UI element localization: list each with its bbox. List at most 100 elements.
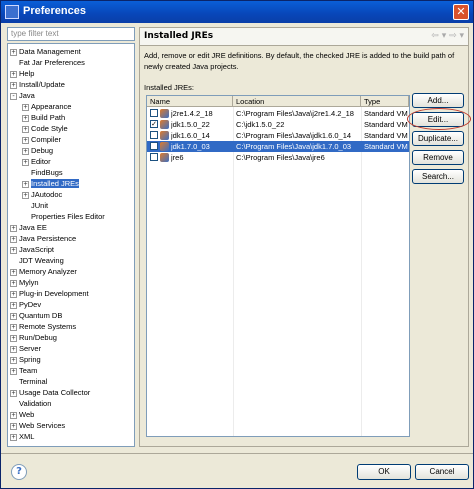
jre-row[interactable]: ✓ jdk1.5.0_22 C:\jdk1.5.0_22 Standard VM [147,119,409,130]
expand-icon[interactable]: + [10,422,17,430]
expand-icon[interactable]: + [22,180,29,188]
add-button[interactable]: Add... [412,93,464,108]
tree-item[interactable]: + Debug [22,145,53,156]
tree-item[interactable]: + Spring [10,354,41,365]
expand-icon[interactable]: + [10,411,17,419]
expand-icon[interactable]: + [22,136,29,144]
expand-icon[interactable]: + [10,48,17,56]
duplicate-button[interactable]: Duplicate... [412,131,464,146]
expand-icon[interactable]: + [10,367,17,375]
tree-item[interactable]: + Compiler [22,134,61,145]
column-header-location[interactable]: Location [233,96,361,107]
preferences-tree-pane: type filter text + Data Management Fat Jar… [7,27,135,447]
tree-item-label: JDT Weaving [19,256,64,265]
tree-item[interactable]: + Remote Systems [10,321,76,332]
filter-input[interactable]: type filter text [7,27,135,41]
expand-icon[interactable]: + [10,235,17,243]
expand-icon[interactable]: + [10,70,17,78]
tree-item[interactable]: + Appearance [22,101,71,112]
expand-icon[interactable]: + [10,246,17,254]
tree-item[interactable]: + Code Style [22,123,68,134]
help-icon[interactable]: ? [11,464,27,480]
tree-item[interactable]: Fat Jar Preferences [10,57,85,68]
tree-item[interactable]: Terminal [10,376,47,387]
tree-item-label: Installed JREs [31,179,79,188]
expand-icon[interactable]: + [10,389,17,397]
tree-item[interactable]: + Java Persistence [10,233,76,244]
history-nav-icon[interactable]: ⇦ ▾ ⇨ ▾ [431,31,464,41]
remove-button[interactable]: Remove [412,150,464,165]
expand-icon[interactable]: + [10,433,17,441]
expand-icon[interactable]: + [22,158,29,166]
tree-item[interactable]: + Web [10,409,34,420]
tree-item[interactable]: + PyDev [10,299,41,310]
tree-item[interactable]: + Memory Analyzer [10,266,77,277]
tree-item[interactable]: + Mylyn [10,277,39,288]
expand-icon[interactable]: + [10,301,17,309]
expand-icon[interactable]: + [22,191,29,199]
checkbox[interactable] [150,131,158,139]
cancel-button[interactable]: Cancel [415,464,469,480]
jre-type: Standard VM [364,120,408,129]
expand-icon[interactable]: + [10,81,17,89]
tree-item-label: Help [19,69,35,78]
tree-item[interactable]: + Editor [22,156,51,167]
tree-item-label: JAutodoc [31,190,63,199]
close-icon[interactable]: ✕ [453,4,469,20]
tree-item[interactable]: - Java [10,90,35,101]
jre-row[interactable]: jre6 C:\Program Files\Java\jre6 [147,152,409,163]
search-button[interactable]: Search... [412,169,464,184]
tree-item[interactable]: + Java EE [10,222,47,233]
expand-icon[interactable]: + [10,279,17,287]
tree-item[interactable]: FindBugs [22,167,63,178]
column-header-type[interactable]: Type [361,96,409,107]
expand-icon[interactable]: + [10,323,17,331]
installed-jres-label: Installed JREs: [144,83,195,92]
tree-item[interactable]: + Help [10,68,34,79]
tree-item[interactable]: Properties Files Editor [22,211,105,222]
column-header-name[interactable]: Name [147,96,233,107]
collapse-icon[interactable]: - [10,92,17,100]
expand-icon[interactable]: + [22,147,29,155]
jre-row[interactable]: jdk1.7.0_03 C:\Program Files\Java\jdk1.7.… [147,141,409,152]
tree-item[interactable]: + Web Services [10,420,65,431]
tree-item[interactable]: Validation [10,398,51,409]
expand-icon[interactable]: + [22,125,29,133]
tree-item[interactable]: + Run/Debug [10,332,57,343]
checkbox-checked[interactable]: ✓ [150,120,158,128]
tree-item[interactable]: + Team [10,365,37,376]
tree-item[interactable]: + XML [10,431,34,442]
expand-icon[interactable]: + [10,224,17,232]
expand-icon[interactable]: + [10,290,17,298]
tree-item[interactable]: + Data Management [10,46,81,57]
ok-button[interactable]: OK [357,464,411,480]
tree-item-label: Java [19,91,35,100]
jre-row[interactable]: j2re1.4.2_18 C:\Program Files\Java\j2re1.… [147,108,409,119]
expand-icon[interactable]: + [10,312,17,320]
tree-item[interactable]: + Plug-in Development [10,288,89,299]
tree-item[interactable]: + Build Path [22,112,65,123]
tree-item[interactable]: + Server [10,343,41,354]
expand-icon[interactable]: + [10,334,17,342]
tree-item[interactable]: JDT Weaving [10,255,64,266]
tree-item[interactable]: + Install/Update [10,79,65,90]
jre-row[interactable]: jdk1.6.0_14 C:\Program Files\Java\jdk1.6.… [147,130,409,141]
expand-icon[interactable]: + [10,268,17,276]
checkbox[interactable] [150,142,158,150]
expand-icon[interactable]: + [10,345,17,353]
tree-item[interactable]: + JAutodoc [22,189,62,200]
jre-location: C:\Program Files\Java\j2re1.4.2_18 [236,109,354,118]
tree-item[interactable]: + Quantum DB [10,310,62,321]
tree-item[interactable]: + Installed JREs [22,178,79,189]
tree-item[interactable]: JUnit [22,200,48,211]
tree-item[interactable]: + Usage Data Collector [10,387,90,398]
expand-icon[interactable]: + [10,356,17,364]
expand-icon[interactable]: + [22,114,29,122]
jre-icon [160,120,169,129]
checkbox[interactable] [150,109,158,117]
checkbox[interactable] [150,153,158,161]
tree-item[interactable]: + JavaScript [10,244,54,255]
expand-icon[interactable]: + [22,103,29,111]
